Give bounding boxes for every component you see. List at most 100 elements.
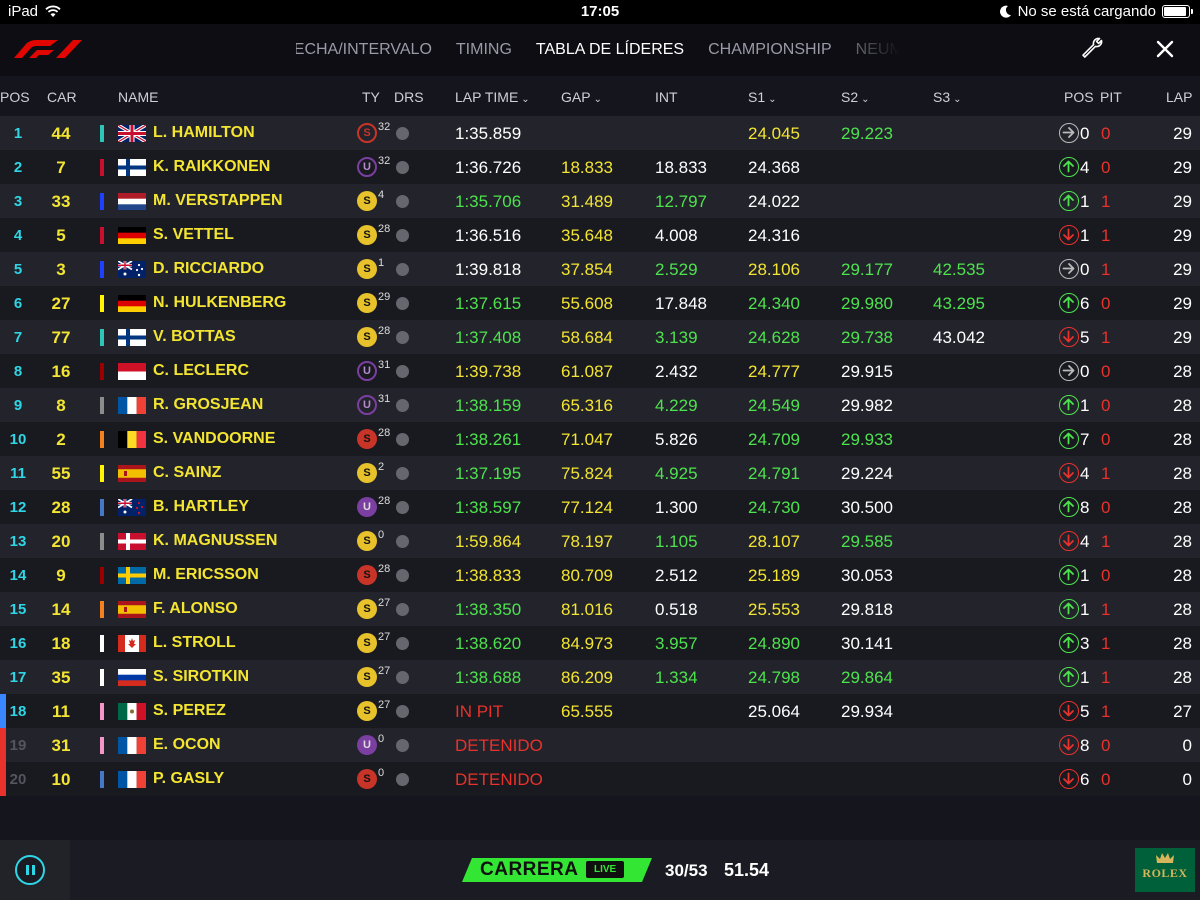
table-row[interactable]: 8 16 C. LECLERC U 31 1:39.738 61.087 2.432 24.77…: [0, 354, 1200, 388]
table-row[interactable]: 17 35 S. SIROTKIN S 27 1:38.688 86.209 1.334 24.…: [0, 660, 1200, 694]
gap: 61.087: [561, 362, 613, 381]
table-row[interactable]: 7 77 V. BOTTAS S 28 1:37.408 58.684 3.139 24.628…: [0, 320, 1200, 354]
header-s3[interactable]: S3 ⌄: [933, 89, 962, 105]
table-row[interactable]: 1 44 L. HAMILTON S 32 1:35.859 24.045 29.223 0 0 2…: [0, 116, 1200, 150]
driver-name[interactable]: K. RAIKKONEN: [153, 158, 270, 176]
header-lap: LAP: [1166, 89, 1193, 105]
pause-icon[interactable]: [15, 855, 45, 885]
tyre-compound-icon: S: [357, 123, 377, 143]
header-pit: PIT: [1100, 89, 1122, 105]
status-bar: iPad 17:05 No se está cargando: [0, 0, 1200, 24]
close-icon[interactable]: [1152, 36, 1178, 62]
sector-3: 43.295: [933, 294, 985, 313]
sector-2: 29.223: [841, 124, 893, 143]
table-row[interactable]: 20 10 P. GASLY S 0 DETENIDO 6 0 0: [0, 762, 1200, 796]
table-row[interactable]: 5 3 D. RICCIARDO S 1 1:39.818 37.854 2.529 28.10…: [0, 252, 1200, 286]
lap-time: DETENIDO: [455, 736, 543, 755]
tab-interval[interactable]: FECHA/INTERVALO: [296, 41, 432, 59]
table-row[interactable]: 16 18 L. STROLL S 27 1:38.620 84.973 3.957 24.89…: [0, 626, 1200, 660]
lap-time: 1:39.738: [455, 362, 522, 381]
tab-championship[interactable]: CHAMPIONSHIP: [708, 41, 832, 59]
drs-indicator: [396, 399, 409, 412]
position: 1: [13, 125, 23, 142]
tyre-compound-icon: S: [357, 565, 377, 585]
table-row[interactable]: 2 7 K. RAIKKONEN U 32 1:36.726 18.833 18.833 24.…: [0, 150, 1200, 184]
table-row[interactable]: 11 55 C. SAINZ S 2 1:37.195 75.824 4.925 24.791 2…: [0, 456, 1200, 490]
car-number: 77: [51, 328, 71, 347]
tyre-compound-icon: S: [357, 429, 377, 449]
table-row[interactable]: 18 11 S. PEREZ S 27 IN PIT 65.555 25.064 29.934 5…: [0, 694, 1200, 728]
driver-name[interactable]: M. VERSTAPPEN: [153, 192, 283, 210]
lap-count: 28: [1173, 532, 1192, 551]
sector-2: 29.738: [841, 328, 893, 347]
driver-name[interactable]: N. HULKENBERG: [153, 294, 286, 312]
driver-name[interactable]: K. MAGNUSSEN: [153, 532, 277, 550]
header-lap-time[interactable]: LAP TIME ⌄: [455, 89, 530, 105]
driver-name[interactable]: V. BOTTAS: [153, 328, 236, 346]
pit-stops: 0: [1101, 396, 1111, 415]
position: 15: [9, 601, 27, 618]
tyre-age: 27: [378, 665, 391, 677]
moon-icon: [999, 5, 1011, 18]
positions-changed: 8: [1080, 498, 1090, 517]
tab-tyres[interactable]: NEUMÁTICOS: [856, 41, 900, 59]
table-row[interactable]: 13 20 K. MAGNUSSEN S 0 1:59.864 78.197 1.105 28.…: [0, 524, 1200, 558]
table-row[interactable]: 3 33 M. VERSTAPPEN S 4 1:35.706 31.489 12.797 24…: [0, 184, 1200, 218]
driver-name[interactable]: L. HAMILTON: [153, 124, 255, 142]
wrench-icon[interactable]: [1080, 36, 1104, 60]
pit-stops: 1: [1101, 702, 1111, 721]
tab-leaderboard[interactable]: TABLA DE LÍDERES: [536, 41, 684, 59]
table-row[interactable]: 4 5 S. VETTEL S 28 1:36.516 35.648 4.008 24.316 1…: [0, 218, 1200, 252]
driver-name[interactable]: F. ALONSO: [153, 600, 238, 618]
position: 11: [10, 465, 26, 482]
driver-name[interactable]: C. SAINZ: [153, 464, 221, 482]
sector-2: 29.915: [841, 362, 893, 381]
column-headers: POS CAR NAME TY DRS LAP TIME ⌄ GAP ⌄ INT S…: [0, 76, 1200, 116]
gap: 84.973: [561, 634, 613, 653]
drs-indicator: [396, 535, 409, 548]
tyre-age: 1: [378, 257, 385, 269]
driver-name[interactable]: S. PEREZ: [153, 702, 226, 720]
table-row[interactable]: 12 28 B. HARTLEY U 28 1:38.597 77.124 1.300 24.7…: [0, 490, 1200, 524]
car-number: 2: [56, 430, 66, 449]
sector-2: 30.053: [841, 566, 893, 585]
sector-1: 24.730: [748, 498, 800, 517]
team-color: [100, 295, 104, 312]
header-gap[interactable]: GAP ⌄: [561, 89, 602, 105]
driver-name[interactable]: M. ERICSSON: [153, 566, 259, 584]
tyre-compound-icon: S: [357, 667, 377, 687]
position: 6: [13, 295, 23, 312]
driver-name[interactable]: C. LECLERC: [153, 362, 249, 380]
table-row[interactable]: 15 14 F. ALONSO S 27 1:38.350 81.016 0.518 25.55…: [0, 592, 1200, 626]
table-row[interactable]: 19 31 E. OCON U 0 DETENIDO 8 0 0: [0, 728, 1200, 762]
sector-1: 24.340: [748, 294, 800, 313]
driver-name[interactable]: B. HARTLEY: [153, 498, 249, 516]
car-number: 27: [51, 294, 71, 313]
driver-name[interactable]: S. SIROTKIN: [153, 668, 249, 686]
driver-name[interactable]: S. VETTEL: [153, 226, 234, 244]
driver-name[interactable]: R. GROSJEAN: [153, 396, 263, 414]
interval: 18.833: [655, 158, 707, 177]
arrow-up-icon: [1059, 497, 1079, 517]
driver-name[interactable]: S. VANDOORNE: [153, 430, 275, 448]
driver-name[interactable]: L. STROLL: [153, 634, 236, 652]
table-row[interactable]: 9 8 R. GROSJEAN U 31 1:38.159 65.316 4.229 24.54…: [0, 388, 1200, 422]
sector-1: 24.549: [748, 396, 800, 415]
driver-name[interactable]: D. RICCIARDO: [153, 260, 264, 278]
live-badge: LIVE: [586, 861, 625, 878]
header-int: INT: [655, 89, 678, 105]
interval: 5.826: [655, 430, 698, 449]
driver-name[interactable]: P. GASLY: [153, 770, 224, 788]
driver-name[interactable]: E. OCON: [153, 736, 221, 754]
header-s1[interactable]: S1 ⌄: [748, 89, 777, 105]
team-color: [100, 669, 104, 686]
arrow-up-icon: [1059, 633, 1079, 653]
table-row[interactable]: 10 2 S. VANDOORNE S 28 1:38.261 71.047 5.826 24.…: [0, 422, 1200, 456]
table-row[interactable]: 6 27 N. HULKENBERG S 29 1:37.615 55.608 17.848 2…: [0, 286, 1200, 320]
tab-timing[interactable]: TIMING: [456, 41, 512, 59]
f1-logo-icon[interactable]: [12, 38, 84, 60]
flag-be-icon: [118, 431, 146, 448]
table-row[interactable]: 14 9 M. ERICSSON S 28 1:38.833 80.709 2.512 25.1…: [0, 558, 1200, 592]
pit-stops: 1: [1101, 464, 1111, 483]
header-s2[interactable]: S2 ⌄: [841, 89, 870, 105]
